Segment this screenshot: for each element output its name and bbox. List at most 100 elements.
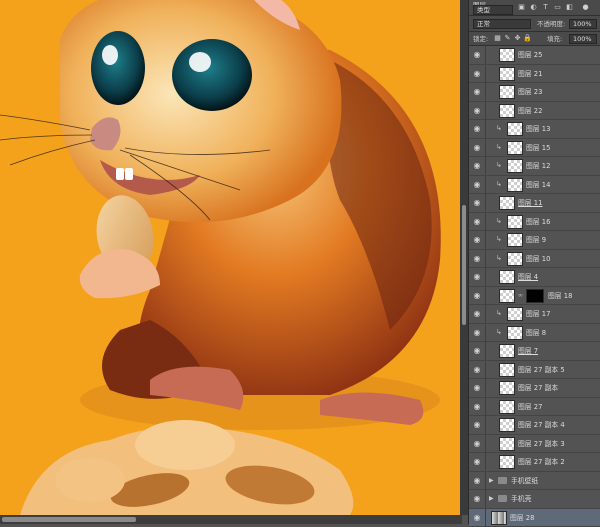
blend-row: 正常 不透明度: 100% [469,16,600,32]
lock-all-icon[interactable]: 🔒 [523,34,532,43]
layer-thumbnail [499,400,515,414]
layer-row[interactable]: ◉↳图层 13 [469,120,600,139]
fill-field[interactable]: 100% [569,34,597,44]
visibility-eye-icon[interactable]: ◉ [472,272,482,281]
visibility-eye-icon[interactable]: ◉ [472,69,482,78]
layer-thumbnail [499,344,515,358]
layer-row[interactable]: ◉图层 23 [469,83,600,102]
layer-name: 图层 10 [526,254,550,264]
visibility-eye-icon[interactable]: ◉ [472,402,482,411]
layer-thumbnail [507,122,523,136]
visibility-eye-icon[interactable]: ◉ [472,513,482,522]
layer-thumbnail [499,270,515,284]
visibility-eye-icon[interactable]: ◉ [472,365,482,374]
clipping-mask-icon: ↳ [496,309,502,318]
layer-row[interactable]: ◉↳图层 17 [469,305,600,324]
layer-row[interactable]: ◉↳图层 16 [469,213,600,232]
filter-pixel-icon[interactable]: ▣ [517,3,526,12]
layer-name: 图层 4 [518,272,538,282]
layer-name: 图层 8 [526,328,546,338]
visibility-eye-icon[interactable]: ◉ [472,383,482,392]
filter-smart-object-icon[interactable]: ◧ [565,3,574,12]
layer-thumbnail [499,418,515,432]
clipping-mask-icon: ↳ [496,235,502,244]
layer-row[interactable]: ◉▶手机壳 [469,490,600,509]
visibility-eye-icon[interactable]: ◉ [472,309,482,318]
visibility-eye-icon[interactable]: ◉ [472,494,482,503]
layer-row[interactable]: ◉∞图层 18 [469,287,600,306]
scroll-thumb[interactable] [2,517,136,522]
visibility-eye-icon[interactable]: ◉ [472,198,482,207]
divider [485,379,486,397]
visibility-eye-icon[interactable]: ◉ [472,328,482,337]
layer-row[interactable]: ◉ 图层 22 [469,102,600,121]
layer-row[interactable]: ◉ 图层 27 副本 2 [469,453,600,472]
blend-mode-select[interactable]: 正常 [473,19,531,29]
visibility-eye-icon[interactable]: ◉ [472,87,482,96]
visibility-eye-icon[interactable]: ◉ [472,124,482,133]
filter-toggle-icon[interactable]: ● [581,3,590,12]
visibility-eye-icon[interactable]: ◉ [472,457,482,466]
layer-thumbnail [499,363,515,377]
horizontal-scrollbar[interactable] [0,515,462,524]
layer-row[interactable]: ◉▶手机壁纸 [469,472,600,491]
visibility-eye-icon[interactable]: ◉ [472,217,482,226]
visibility-eye-icon[interactable]: ◉ [472,439,482,448]
layer-row[interactable]: ◉图层 21 [469,65,600,84]
layer-row[interactable]: ◉↳图层 14 [469,176,600,195]
visibility-eye-icon[interactable]: ◉ [472,291,482,300]
layer-row[interactable]: ◉↳图层 8 [469,324,600,343]
mask-link-icon[interactable]: ∞ [518,292,523,300]
opacity-field[interactable]: 100% [569,19,597,29]
layer-row[interactable]: ◉图层 28 [469,509,600,527]
expand-arrow-icon[interactable]: ▶ [489,494,494,503]
layer-name: 图层 22 [518,106,542,116]
divider [485,305,486,323]
layer-row[interactable]: ◉ 图层 4 [469,268,600,287]
filter-kind-select[interactable]: 类型 [473,5,513,15]
layer-row[interactable]: ◉图层 7 [469,342,600,361]
visibility-eye-icon[interactable]: ◉ [472,106,482,115]
layer-row[interactable]: ◉↳图层 12 [469,157,600,176]
layer-thumbnail [507,215,523,229]
filter-shape-icon[interactable]: ▭ [553,3,562,12]
lock-image-icon[interactable]: ✎ [503,34,512,43]
visibility-eye-icon[interactable]: ◉ [472,254,482,263]
visibility-eye-icon[interactable]: ◉ [472,235,482,244]
layer-row[interactable]: ◉ 图层 11 [469,194,600,213]
lock-position-icon[interactable]: ✥ [513,34,522,43]
layer-row[interactable]: ◉↳图层 9 [469,231,600,250]
layer-name: 图层 11 [518,198,542,208]
layer-row[interactable]: ◉图层 27 副本 3 [469,435,600,454]
layer-thumbnail [491,511,507,525]
layer-row[interactable]: ◉图层 27 副本 5 [469,361,600,380]
divider [485,250,486,268]
visibility-eye-icon[interactable]: ◉ [472,180,482,189]
scroll-thumb[interactable] [462,205,466,325]
visibility-eye-icon[interactable]: ◉ [472,476,482,485]
layer-row[interactable]: ◉图层 25 [469,46,600,65]
vertical-scrollbar[interactable] [460,0,468,515]
layer-row[interactable]: ◉↳图层 10 [469,250,600,269]
visibility-eye-icon[interactable]: ◉ [472,346,482,355]
visibility-eye-icon[interactable]: ◉ [472,161,482,170]
visibility-eye-icon[interactable]: ◉ [472,50,482,59]
divider [485,416,486,434]
layer-row[interactable]: ◉图层 27 [469,398,600,417]
visibility-eye-icon[interactable]: ◉ [472,420,482,429]
document-canvas[interactable] [0,0,460,515]
layer-row[interactable]: ◉↳图层 15 [469,139,600,158]
filter-adjustment-icon[interactable]: ◐ [529,3,538,12]
layer-mask-thumbnail[interactable] [526,289,544,303]
layer-row[interactable]: ◉图层 27 副本 [469,379,600,398]
layer-name: 图层 27 副本 2 [518,457,565,467]
layer-row[interactable]: ◉图层 27 副本 4 [469,416,600,435]
opacity-label: 不透明度: [537,19,565,29]
panel-header: 图层 类型 ▣ ◐ T ▭ ◧ ● [469,0,600,16]
expand-arrow-icon[interactable]: ▶ [489,476,494,485]
visibility-eye-icon[interactable]: ◉ [472,143,482,152]
layer-name: 图层 14 [526,180,550,190]
divider [485,361,486,379]
lock-transparent-icon[interactable]: ▦ [493,34,502,43]
filter-type-icon[interactable]: T [541,3,550,12]
